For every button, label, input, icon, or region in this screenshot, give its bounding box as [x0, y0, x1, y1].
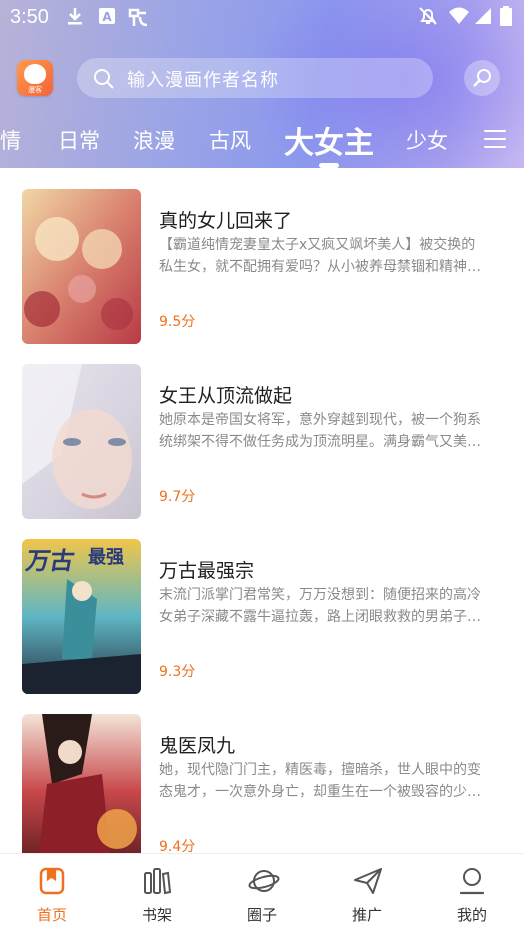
nav-circle-label: 圈子	[246, 906, 277, 924]
user-icon	[458, 866, 486, 896]
nav-bookshelf[interactable]: 书架	[105, 854, 209, 934]
menu-icon[interactable]	[484, 130, 506, 148]
comic-description-line: 【霸道纯情宠妻皇太子x又疯又飒坏美人】被交换的	[159, 237, 476, 253]
status-time: 3:50	[10, 6, 49, 28]
comic-description-line: 她，现代隐门门主，精医毒，擅暗杀，世人眼中的变	[159, 762, 481, 778]
comic-description-line: 私生女，就不配拥有爱吗？从小被养母禁锢和精神…	[159, 259, 481, 275]
comic-title[interactable]: 鬼医凤九	[159, 731, 235, 758]
list-item[interactable]: 万古 最强 万古最强宗 末流门派掌门君常笑，万万没想到：随便招来的高冷 女弟子深…	[0, 518, 524, 694]
header-banner: 3:50 A 漫客 输入漫画作者名称 情 日常 浪漫 古风 大女主 少女	[0, 0, 524, 168]
tab-gufeng[interactable]: 古风	[209, 125, 251, 155]
battery-icon	[500, 6, 512, 31]
comic-title[interactable]: 万古最强宗	[159, 556, 254, 583]
magnifier-icon	[473, 69, 491, 87]
nav-promote-label: 推广	[351, 906, 382, 924]
comic-description-line: 统绑架不得不做任务成为顶流明星。满身霸气又美…	[159, 434, 481, 450]
comic-description-line: 女弟子深藏不露牛逼拉轰，路上闭眼救救的男弟子…	[159, 609, 481, 625]
comic-list[interactable]: 真的女儿回来了 【霸道纯情宠妻皇太子x又疯又飒坏美人】被交换的 私生女，就不配拥…	[0, 168, 524, 854]
download-icon	[66, 6, 84, 31]
comic-description: 她，现代隐门门主，精医毒，擅暗杀，世人眼中的变 态鬼才，一次意外身亡，却重生在一…	[159, 759, 497, 803]
comic-description: 末流门派掌门君常笑，万万没想到：随便招来的高冷 女弟子深藏不露牛逼拉轰，路上闭眼…	[159, 584, 497, 628]
svg-text:A: A	[102, 10, 112, 24]
nav-circle[interactable]: 圈子	[210, 854, 314, 934]
comic-title[interactable]: 女王从顶流做起	[159, 381, 292, 408]
app-logo-label: 漫客	[28, 86, 42, 94]
tab-richang[interactable]: 日常	[58, 125, 100, 155]
comic-score: 9.5分	[159, 314, 196, 330]
planet-icon	[248, 866, 280, 896]
search-input[interactable]: 输入漫画作者名称	[77, 58, 433, 98]
comic-cover[interactable]: 万古 最强	[22, 539, 141, 694]
comic-score: 9.4分	[159, 839, 196, 854]
comic-score: 9.7分	[159, 489, 196, 505]
status-bar: 3:50 A	[0, 0, 524, 36]
comic-score: 9.3分	[159, 664, 196, 680]
wifi-icon	[448, 6, 470, 31]
tab-langman[interactable]: 浪漫	[133, 125, 175, 155]
comic-description-line: 末流门派掌门君常笑，万万没想到：随便招来的高冷	[159, 587, 481, 603]
nav-home[interactable]: 首页	[0, 854, 104, 934]
nav-mine-label: 我的	[456, 906, 487, 924]
nav-home-label: 首页	[36, 906, 67, 924]
signal-icon	[474, 6, 492, 31]
search-icon	[93, 68, 115, 94]
svg-text:万古: 万古	[24, 547, 77, 575]
comic-description: 【霸道纯情宠妻皇太子x又疯又飒坏美人】被交换的 私生女，就不配拥有爱吗？从小被养…	[159, 234, 497, 278]
comic-cover[interactable]	[22, 189, 141, 344]
bottom-nav: 首页 书架 圈子 推广 我的	[0, 853, 524, 934]
active-tab-indicator	[319, 163, 339, 168]
a-box-icon: A	[98, 6, 116, 31]
app-logo[interactable]: 漫客	[17, 60, 53, 96]
bookmark-icon	[38, 866, 66, 896]
paper-plane-icon	[353, 866, 382, 896]
nav-mine[interactable]: 我的	[420, 854, 524, 934]
comic-description: 她原本是帝国女将军，意外穿越到现代，被一个狗系 统绑架不得不做任务成为顶流明星。…	[159, 409, 497, 453]
category-tabs: 情 日常 浪漫 古风 大女主 少女	[0, 112, 524, 168]
tab-qing[interactable]: 情	[0, 125, 21, 155]
list-item[interactable]: 鬼医凤九 她，现代隐门门主，精医毒，擅暗杀，世人眼中的变 态鬼才，一次意外身亡，…	[0, 693, 524, 854]
magnifier-button[interactable]	[464, 60, 500, 96]
search-placeholder: 输入漫画作者名称	[127, 70, 279, 91]
comic-description-line: 态鬼才，一次意外身亡，却重生在一个被毁容的少…	[159, 784, 481, 800]
bookshelf-icon	[143, 866, 172, 896]
nav-bookshelf-label: 书架	[141, 906, 172, 924]
comic-title[interactable]: 真的女儿回来了	[159, 206, 292, 233]
search-row: 漫客 输入漫画作者名称	[0, 56, 524, 100]
comic-cover[interactable]	[22, 364, 141, 519]
svg-text:最强: 最强	[88, 547, 124, 568]
list-item[interactable]: 真的女儿回来了 【霸道纯情宠妻皇太子x又疯又飒坏美人】被交换的 私生女，就不配拥…	[0, 168, 524, 344]
comic-cover[interactable]	[22, 714, 141, 854]
nav-promote[interactable]: 推广	[315, 854, 419, 934]
tab-shaonv[interactable]: 少女	[406, 125, 448, 155]
notifications-off-icon	[418, 6, 438, 31]
tab-danvzhu[interactable]: 大女主	[284, 118, 374, 162]
comic-description-line: 她原本是帝国女将军，意外穿越到现代，被一个狗系	[159, 412, 481, 428]
list-item[interactable]: 女王从顶流做起 她原本是帝国女将军，意外穿越到现代，被一个狗系 统绑架不得不做任…	[0, 343, 524, 519]
bug-icon	[126, 6, 150, 33]
